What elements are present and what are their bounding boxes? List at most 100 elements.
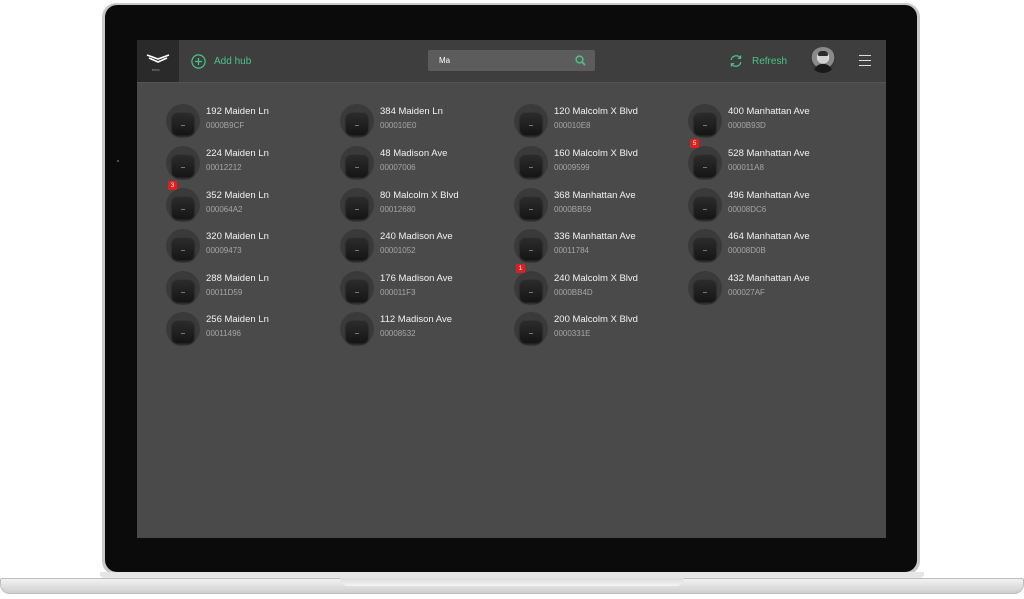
hub-device-icon	[514, 312, 548, 346]
hub-item[interactable]: 320 Maiden Ln 00009473	[166, 229, 336, 265]
hub-id: 00011496	[206, 329, 241, 338]
hub-id: 00012680	[380, 205, 416, 214]
hub-name: 224 Maiden Ln	[206, 148, 269, 159]
search-input[interactable]	[428, 50, 579, 71]
logo-icon	[146, 54, 170, 63]
avatar[interactable]	[810, 47, 836, 73]
hub-name: 192 Maiden Ln	[206, 106, 269, 117]
hub-id: 0000BB4D	[554, 288, 593, 297]
top-bar: PRO Add hub Refresh	[137, 40, 886, 83]
hub-name: 112 Madison Ave	[380, 314, 453, 325]
hub-id: 0000B9CF	[206, 121, 245, 130]
hub-device-icon	[688, 188, 722, 222]
hub-item[interactable]: 496 Manhattan Ave 00008DC6	[688, 188, 858, 224]
hub-id: 000011F3	[380, 288, 416, 297]
hub-device-icon	[688, 104, 722, 138]
hub-item[interactable]: 464 Manhattan Ave 00008D0B	[688, 229, 858, 265]
hub-name: 48 Madison Ave	[380, 148, 448, 159]
hub-name: 240 Madison Ave	[380, 231, 453, 242]
hub-item[interactable]: 288 Maiden Ln 00011D59	[166, 271, 336, 307]
hub-item[interactable]: 1 240 Malcolm X Blvd 0000BB4D	[514, 264, 684, 307]
hub-id: 00009473	[206, 246, 242, 255]
hub-id: 000027AF	[728, 288, 765, 297]
camera-dot	[117, 160, 119, 162]
app-screen: PRO Add hub Refresh	[137, 40, 886, 538]
plus-circle-icon	[191, 53, 206, 69]
hub-device-icon	[340, 188, 374, 222]
hub-item[interactable]: 384 Maiden Ln 000010E0	[340, 104, 510, 140]
hub-id: 00001052	[380, 246, 416, 255]
hub-name: 400 Manhattan Ave	[728, 106, 810, 117]
hub-name: 256 Maiden Ln	[206, 314, 269, 325]
hub-id: 00008532	[380, 329, 416, 338]
hamburger-menu-icon[interactable]	[859, 55, 871, 67]
hub-device-icon	[166, 229, 200, 263]
hub-item[interactable]: 336 Manhattan Ave 00011784	[514, 229, 684, 265]
hub-device-icon	[514, 104, 548, 138]
hub-device-icon	[688, 271, 722, 305]
hub-id: 000011A8	[728, 163, 764, 172]
hub-device-icon	[514, 271, 548, 305]
hub-name: 80 Malcolm X Blvd	[380, 190, 459, 201]
search-box	[428, 50, 595, 71]
hub-item[interactable]: 176 Madison Ave 000011F3	[340, 271, 510, 307]
hub-name: 464 Manhattan Ave	[728, 231, 810, 242]
hub-id: 0000B93D	[728, 121, 766, 130]
add-hub-label: Add hub	[214, 55, 252, 67]
hub-item[interactable]: 120 Malcolm X Blvd 000010E8	[514, 104, 684, 140]
hub-name: 320 Maiden Ln	[206, 231, 269, 242]
hub-name: 368 Manhattan Ave	[554, 190, 636, 201]
hub-device-icon	[166, 146, 200, 180]
search-icon[interactable]	[575, 55, 586, 66]
hub-device-icon	[514, 229, 548, 263]
app-logo[interactable]: PRO	[137, 40, 179, 82]
hub-device-icon	[166, 104, 200, 138]
hub-device-icon	[340, 146, 374, 180]
hub-name: 496 Manhattan Ave	[728, 190, 810, 201]
add-hub-button[interactable]: Add hub	[191, 53, 251, 69]
hub-item[interactable]: 432 Manhattan Ave 000027AF	[688, 271, 858, 307]
hub-item[interactable]: 160 Malcolm X Blvd 00009599	[514, 146, 684, 182]
hub-name: 432 Manhattan Ave	[728, 273, 810, 284]
hub-id: 0000BB59	[554, 205, 592, 214]
hub-id: 00007006	[380, 163, 416, 172]
hub-device-icon	[340, 312, 374, 346]
hub-device-icon	[166, 271, 200, 305]
hub-item[interactable]: 5 528 Manhattan Ave 000011A8	[688, 139, 858, 182]
hub-item[interactable]: 240 Madison Ave 00001052	[340, 229, 510, 265]
notification-badge: 1	[516, 264, 525, 273]
refresh-button[interactable]: Refresh	[729, 54, 787, 68]
hub-name: 528 Manhattan Ave	[728, 148, 810, 159]
hub-device-icon	[166, 188, 200, 222]
hub-id: 00008D0B	[728, 246, 766, 255]
hub-item[interactable]: 256 Maiden Ln 00011496	[166, 312, 336, 348]
refresh-label: Refresh	[752, 55, 788, 67]
hub-item[interactable]: 224 Maiden Ln 00012212	[166, 146, 336, 182]
hub-device-icon	[340, 229, 374, 263]
hub-item[interactable]: 3 352 Maiden Ln 000064A2	[166, 181, 336, 224]
hub-item[interactable]: 400 Manhattan Ave 0000B93D	[688, 104, 858, 140]
hub-id: 000010E0	[380, 121, 417, 130]
laptop-notch	[340, 578, 684, 586]
hub-name: 176 Madison Ave	[380, 273, 453, 284]
hub-item[interactable]: 200 Malcolm X Blvd 0000331E	[514, 312, 684, 348]
hub-id: 00011784	[554, 246, 589, 255]
hub-device-icon	[340, 271, 374, 305]
hub-item[interactable]: 48 Madison Ave 00007006	[340, 146, 510, 182]
hub-item[interactable]: 192 Maiden Ln 0000B9CF	[166, 104, 336, 140]
notification-badge: 5	[690, 139, 699, 148]
hub-item[interactable]: 112 Madison Ave 00008532	[340, 312, 510, 348]
hub-id: 000010E8	[554, 121, 591, 130]
hub-name: 240 Malcolm X Blvd	[554, 273, 638, 284]
refresh-icon	[730, 55, 742, 67]
hub-device-icon	[688, 229, 722, 263]
hub-item[interactable]: 368 Manhattan Ave 0000BB59	[514, 188, 684, 224]
hub-id: 00009599	[554, 163, 590, 172]
hub-device-icon	[340, 104, 374, 138]
hub-device-icon	[514, 188, 548, 222]
hub-name: 120 Malcolm X Blvd	[554, 106, 638, 117]
hub-device-icon	[166, 312, 200, 346]
hub-name: 352 Maiden Ln	[206, 190, 269, 201]
hub-item[interactable]: 80 Malcolm X Blvd 00012680	[340, 188, 510, 224]
hub-id: 00008DC6	[728, 205, 767, 214]
